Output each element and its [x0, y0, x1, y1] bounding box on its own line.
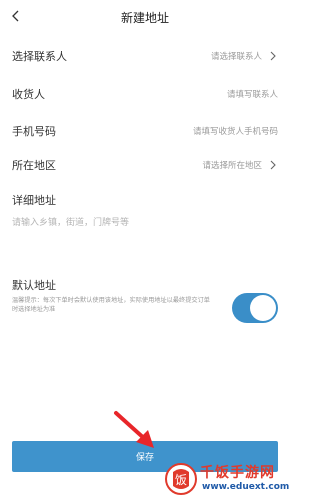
- contact-selector[interactable]: 请选择联系人: [211, 50, 278, 62]
- chevron-right-icon: [270, 160, 276, 170]
- header: 新建地址: [0, 0, 290, 34]
- default-address-hint: 温馨提示：每次下单时会默认使用该地址，实际使用地址以最终提交订单时选择地址为准: [12, 297, 210, 313]
- svg-text:饭: 饭: [175, 473, 187, 487]
- region-row[interactable]: 所在地区 请选择所在地区: [12, 151, 278, 179]
- contact-value: 请选择联系人: [210, 52, 262, 62]
- back-button[interactable]: [4, 4, 28, 28]
- contact-row[interactable]: 选择联系人 请选择联系人: [12, 42, 278, 70]
- receiver-input[interactable]: 请填写联系人: [227, 88, 278, 100]
- page-title: 新建地址: [120, 10, 169, 25]
- receiver-row[interactable]: 收货人 请填写联系人: [12, 80, 278, 108]
- default-address-toggle[interactable]: [232, 293, 278, 323]
- detail-input[interactable]: 请输入乡镇，街道，门牌号等: [12, 212, 278, 230]
- phone-input[interactable]: 请填写收货人手机号码: [193, 125, 278, 137]
- contact-label: 选择联系人: [12, 50, 67, 63]
- arrow-icon: [114, 411, 154, 448]
- detail-row: 详细地址: [12, 186, 278, 214]
- watermark: 饭 千饭手游网 www.eduext.com: [162, 460, 290, 500]
- phone-label: 手机号码: [12, 125, 56, 138]
- receiver-label: 收货人: [12, 88, 45, 101]
- region-selector[interactable]: 请选择所在地区: [202, 159, 278, 171]
- logo-icon: 饭: [165, 463, 197, 495]
- chevron-right-icon: [270, 51, 276, 61]
- default-address-label: 默认地址: [12, 279, 56, 292]
- detail-label: 详细地址: [12, 194, 56, 207]
- region-label: 所在地区: [12, 159, 56, 172]
- toggle-knob: [250, 295, 276, 321]
- region-value: 请选择所在地区: [202, 161, 262, 171]
- chevron-left-icon: [12, 10, 19, 22]
- watermark-url: www.eduext.com: [202, 482, 290, 492]
- watermark-brand: 千饭手游网: [200, 465, 275, 481]
- phone-row[interactable]: 手机号码 请填写收货人手机号码: [12, 117, 278, 145]
